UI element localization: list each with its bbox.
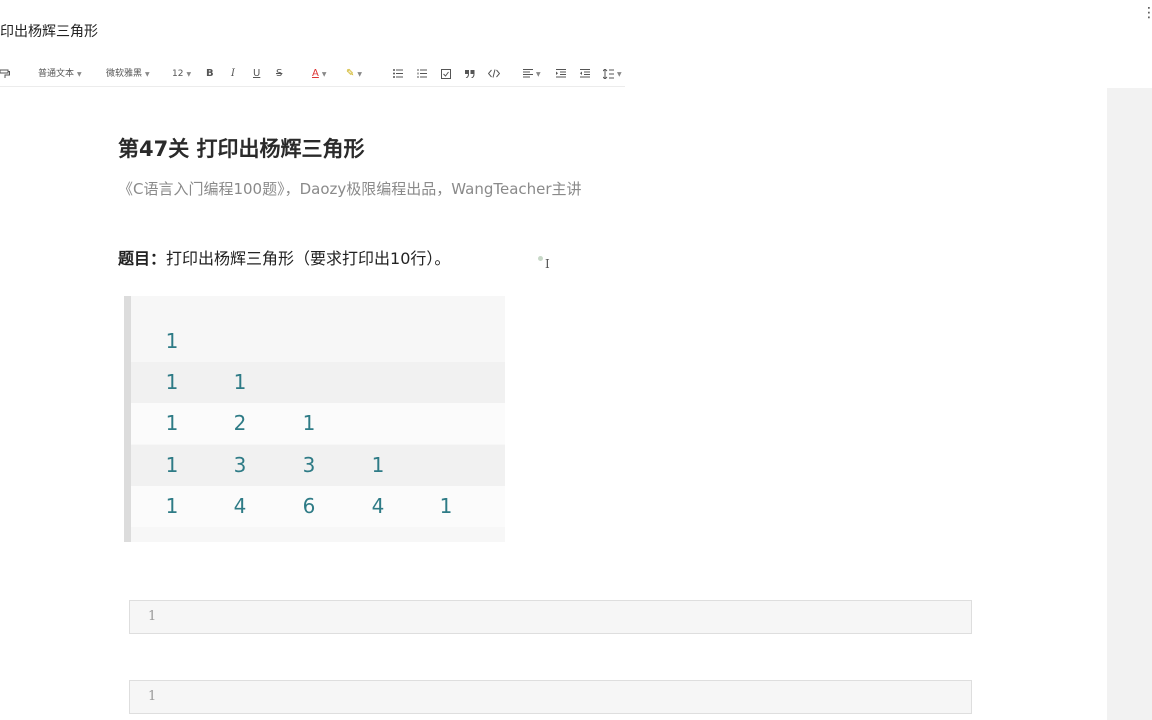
code-block[interactable]: 1 — [129, 680, 972, 714]
triangle-row: 1 1 — [131, 362, 505, 403]
triangle-cell: 1 — [439, 494, 453, 518]
code-line-number: 1 — [148, 689, 157, 704]
chevron-down-icon: ▼ — [617, 71, 622, 78]
triangle-image: 1 1 1 1 2 1 1 3 3 1 1 4 6 4 1 — [124, 296, 505, 542]
chevron-down-icon: ▼ — [321, 71, 327, 78]
triangle-cell: 4 — [371, 494, 385, 518]
checklist-icon[interactable] — [441, 67, 451, 81]
triangle-cell: 1 — [165, 494, 179, 518]
paragraph-style-value: 普通文本 — [38, 69, 75, 79]
code-icon[interactable] — [487, 67, 501, 81]
bullet-list-icon[interactable] — [393, 67, 403, 81]
triangle-row: 1 2 1 — [131, 403, 505, 444]
page-subtitle: 《C语言入门编程100题》，Daozy极限编程出品，WangTeacher主讲 — [118, 180, 582, 198]
font-size-value: 12 — [172, 69, 184, 79]
bold-button[interactable]: B — [206, 67, 214, 81]
triangle-cell: 3 — [302, 453, 316, 477]
align-left-button[interactable]: ▼ — [523, 67, 541, 82]
chevron-down-icon: ▼ — [357, 71, 363, 78]
text-color-button[interactable]: A ▼ — [312, 67, 326, 82]
outdent-icon[interactable] — [580, 67, 590, 81]
document-title[interactable]: 印出杨辉三角形 — [0, 21, 98, 41]
indent-icon[interactable] — [556, 67, 566, 81]
triangle-cell: 1 — [165, 453, 179, 477]
highlight-button[interactable]: ✎ ▼ — [346, 67, 362, 82]
triangle-cell: 1 — [165, 370, 179, 394]
align-left-icon — [523, 69, 533, 78]
paint-format-icon[interactable] — [0, 67, 10, 81]
triangle-cell: 1 — [165, 329, 179, 353]
triangle-cell: 3 — [233, 453, 247, 477]
triangle-cell: 1 — [233, 370, 247, 394]
code-block[interactable]: 1 — [129, 600, 972, 634]
line-height-button[interactable]: ▼ — [602, 67, 622, 82]
highlight-icon: ✎ — [346, 68, 355, 79]
font-size-select[interactable]: 12 ▼ — [172, 67, 191, 82]
underline-button[interactable]: U — [253, 67, 260, 81]
triangle-row: 1 4 6 4 1 — [131, 486, 505, 527]
text-cursor-icon: I — [545, 257, 550, 271]
triangle-cell: 1 — [371, 453, 385, 477]
code-line-number: 1 — [148, 609, 157, 624]
quote-icon[interactable] — [465, 67, 475, 81]
cursor-dot — [538, 256, 543, 261]
chevron-down-icon: ▼ — [77, 71, 82, 78]
question-text: 打印出杨辉三角形（要求打印出10行）。 — [166, 249, 451, 268]
right-panel — [1107, 88, 1152, 720]
question-paragraph: 题目：打印出杨辉三角形（要求打印出10行）。 — [118, 245, 450, 269]
triangle-row: 1 — [131, 321, 505, 362]
more-options-icon[interactable]: ⋮ — [1142, 6, 1152, 20]
text-color-icon: A — [312, 68, 319, 79]
triangle-cell: 2 — [233, 411, 247, 435]
triangle-row: 1 3 3 1 — [131, 445, 505, 486]
chevron-down-icon: ▼ — [145, 71, 150, 78]
triangle-cell: 1 — [165, 411, 179, 435]
line-height-icon — [602, 67, 614, 80]
question-label: 题目： — [118, 249, 167, 268]
formatting-toolbar: 普通文本 ▼ 微软雅黑 ▼ 12 ▼ B I U S A ▼ ✎ ▼ ▼ ▼ — [0, 62, 625, 87]
triangle-cell: 6 — [302, 494, 316, 518]
chevron-down-icon: ▼ — [186, 71, 192, 78]
numbered-list-icon[interactable] — [417, 67, 427, 81]
triangle-cell: 1 — [302, 411, 316, 435]
font-family-value: 微软雅黑 — [106, 69, 143, 79]
font-family-select[interactable]: 微软雅黑 ▼ — [106, 67, 150, 82]
strikethrough-button[interactable]: S — [276, 67, 282, 81]
italic-button[interactable]: I — [231, 67, 235, 81]
chevron-down-icon: ▼ — [536, 71, 541, 78]
triangle-cell: 4 — [233, 494, 247, 518]
page-title: 第47关 打印出杨辉三角形 — [118, 137, 365, 161]
paragraph-style-select[interactable]: 普通文本 ▼ — [38, 67, 82, 82]
